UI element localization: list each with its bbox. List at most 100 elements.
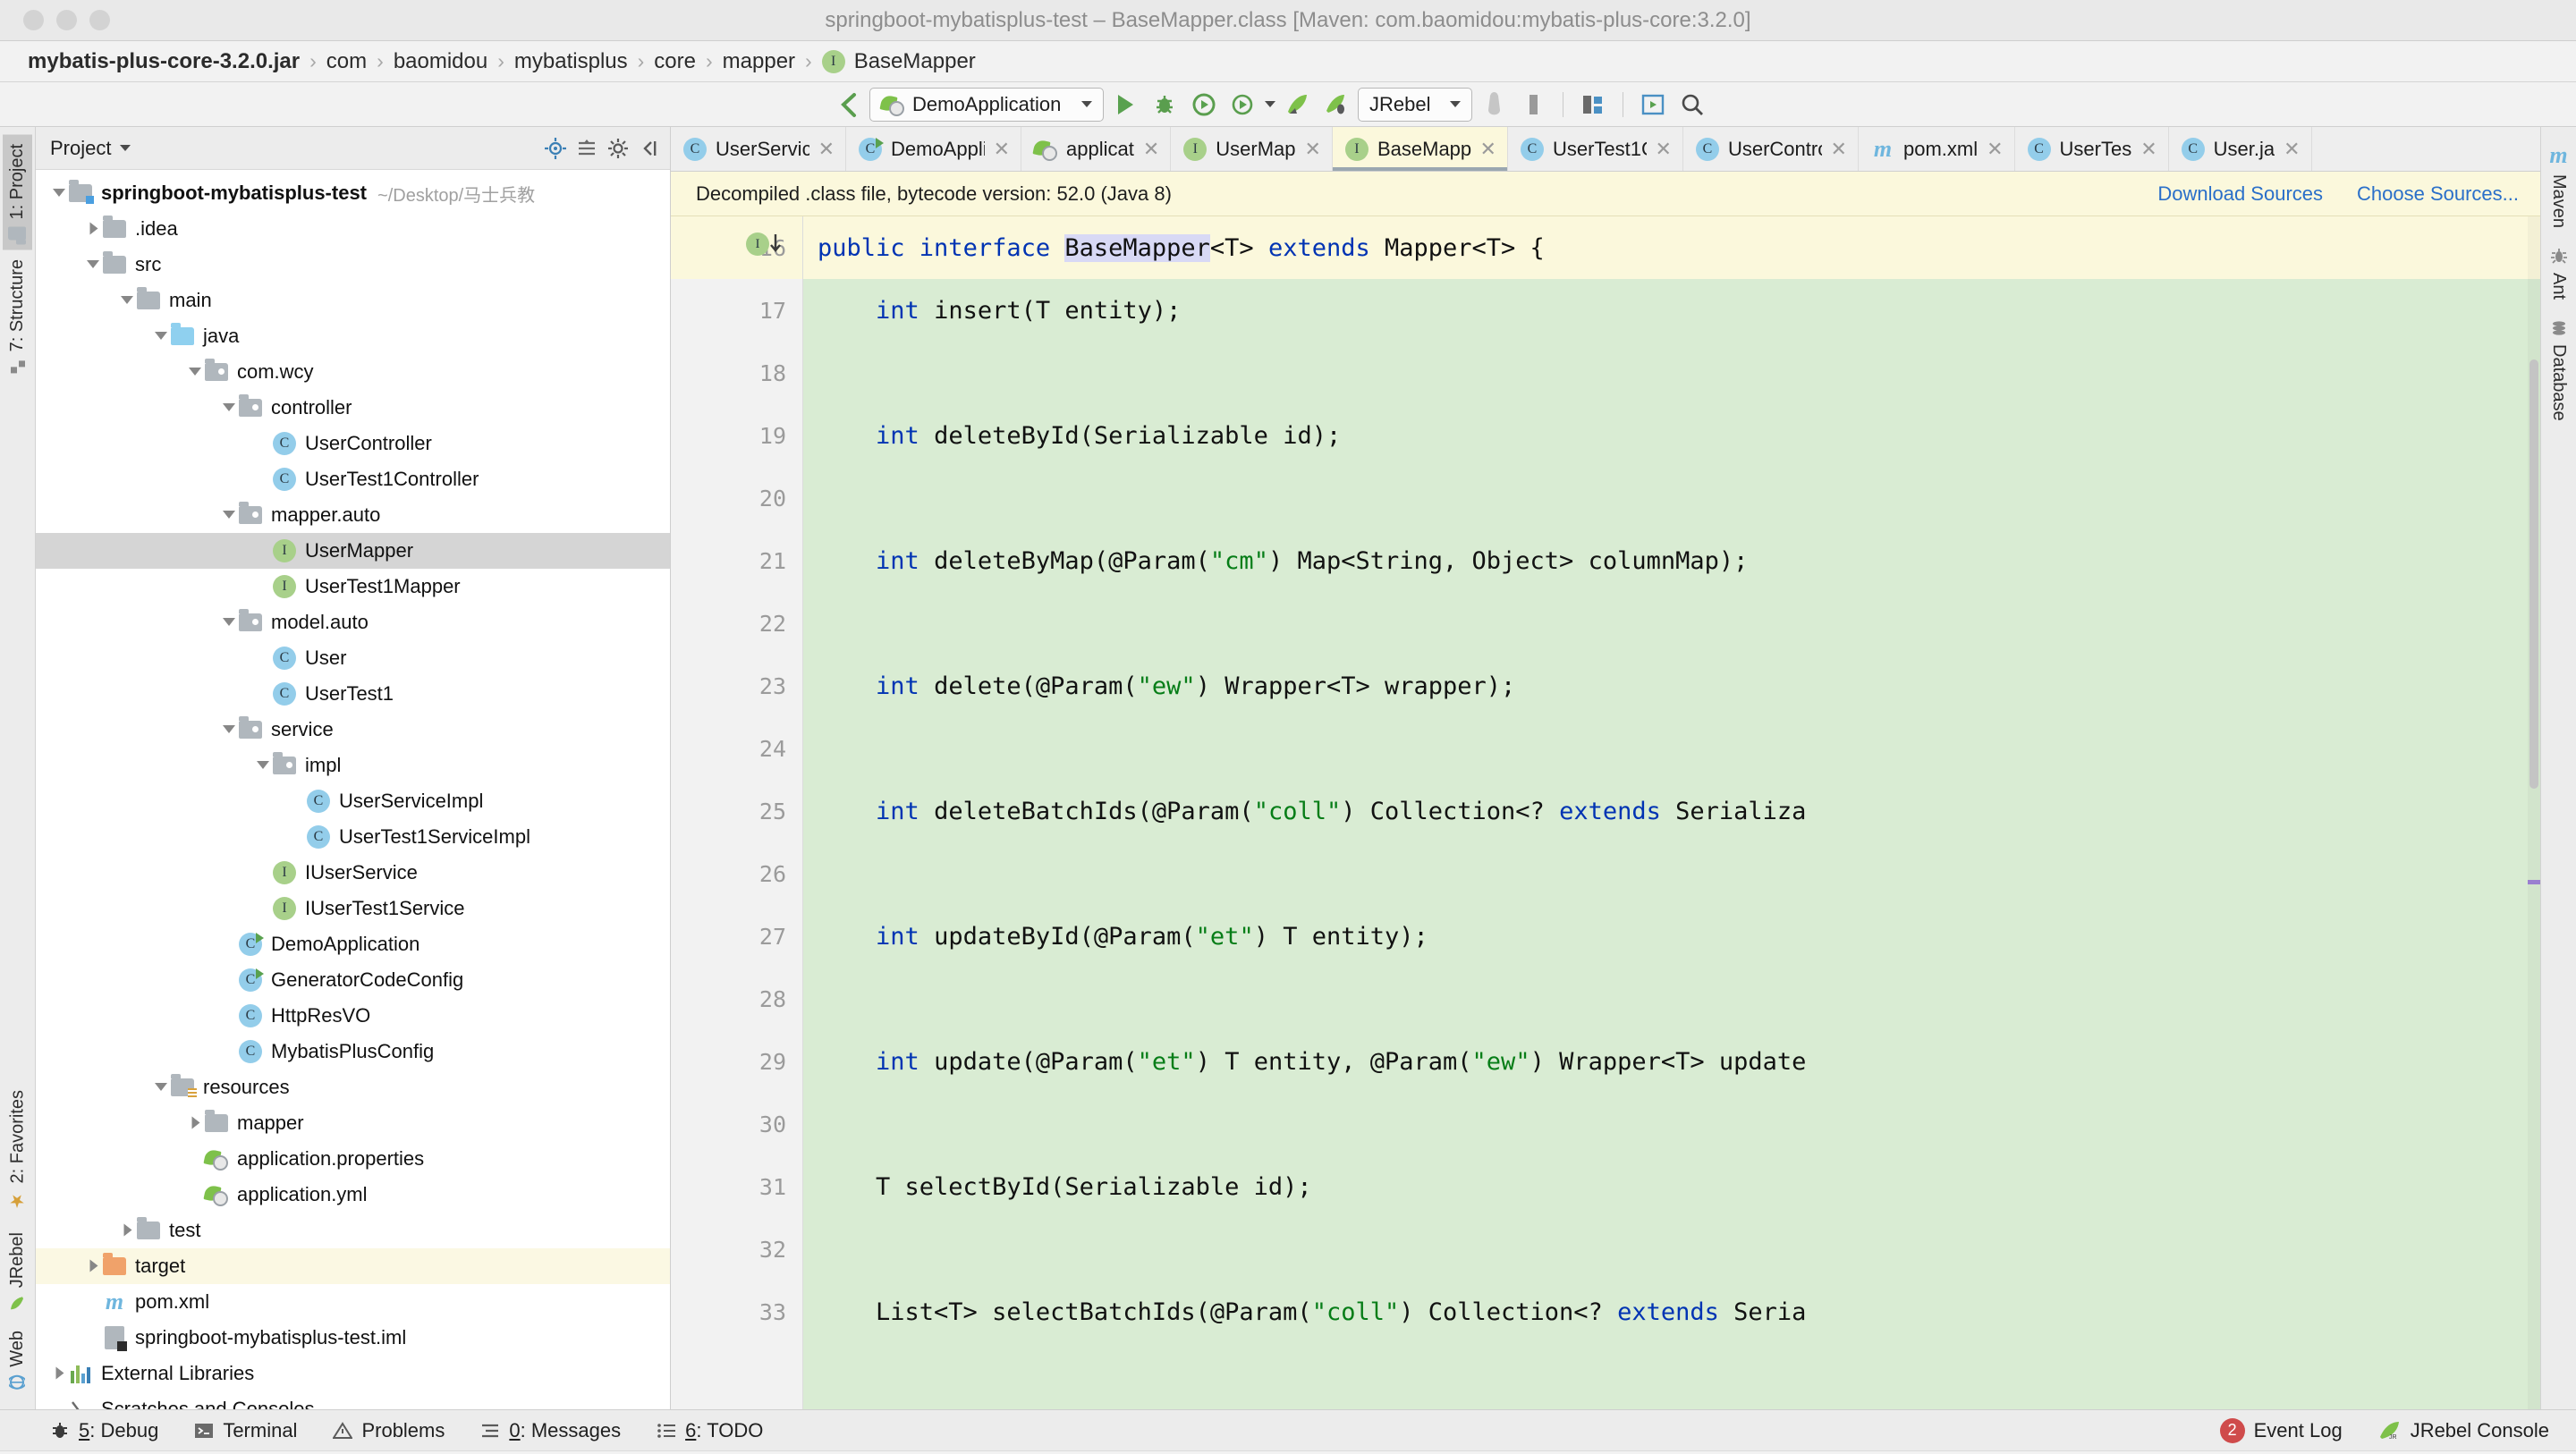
tool-window-jrebel-console[interactable]: JR JRebel Console	[2378, 1419, 2549, 1442]
tree-node-pom-xml[interactable]: m pom.xml	[36, 1284, 670, 1320]
code-line[interactable]	[803, 1218, 2540, 1281]
line-number[interactable]: 30	[671, 1093, 802, 1155]
tree-node-usermapper[interactable]: I UserMapper	[36, 533, 670, 569]
sidebar-item-web[interactable]: Web	[3, 1321, 32, 1400]
line-number[interactable]: 26	[671, 842, 802, 905]
tool-window-todo[interactable]: 6: TODO	[657, 1419, 763, 1442]
chevron-right-icon[interactable]	[84, 1257, 102, 1275]
tree-node-userserviceimpl[interactable]: C UserServiceImpl	[36, 783, 670, 819]
hide-panel-icon[interactable]	[638, 137, 661, 160]
tool-window-terminal[interactable]: Terminal	[194, 1419, 297, 1442]
code-line[interactable]	[803, 592, 2540, 655]
project-tree[interactable]: springboot-mybatisplus-test ~/Desktop/马士兵…	[36, 170, 670, 1409]
editor-tab-applicat[interactable]: applicat ✕	[1021, 127, 1172, 171]
sidebar-item-project[interactable]: 1: Project	[3, 134, 32, 250]
tree-node-mapper[interactable]: mapper	[36, 1105, 670, 1141]
breadcrumb-item-basemapper[interactable]: I BaseMapper	[814, 49, 984, 74]
tree-node-iuserservice[interactable]: I IUserService	[36, 855, 670, 891]
chevron-down-icon[interactable]	[220, 506, 238, 524]
chevron-down-icon[interactable]	[152, 327, 170, 345]
chevron-down-icon[interactable]	[1265, 101, 1275, 107]
tree-node-demoapplication[interactable]: C DemoApplication	[36, 926, 670, 962]
line-number[interactable]: 24	[671, 717, 802, 780]
close-window-button[interactable]	[23, 10, 44, 30]
close-tab-icon[interactable]: ✕	[994, 138, 1010, 161]
window-controls[interactable]	[0, 10, 110, 30]
editor-tab-userservicei[interactable]: C UserServiceI ✕	[671, 127, 846, 171]
tree-node-usertest1[interactable]: C UserTest1	[36, 676, 670, 712]
chevron-right-icon[interactable]	[186, 1114, 204, 1132]
close-tab-icon[interactable]: ✕	[1143, 138, 1159, 161]
tree-node-usertest1serviceimpl[interactable]: C UserTest1ServiceImpl	[36, 819, 670, 855]
chevron-down-icon[interactable]	[220, 613, 238, 631]
jrebel-selector[interactable]: JRebel	[1358, 87, 1472, 122]
line-number[interactable]: 23	[671, 655, 802, 717]
jrebel-debug-icon[interactable]	[1318, 87, 1354, 123]
close-tab-icon[interactable]: ✕	[818, 138, 835, 161]
code-line[interactable]	[803, 467, 2540, 529]
chevron-down-icon[interactable]	[254, 757, 272, 774]
tree-node-com-wcy[interactable]: com.wcy	[36, 354, 670, 390]
tool-window-problems[interactable]: Problems	[333, 1419, 445, 1442]
chevron-right-icon[interactable]	[118, 1222, 136, 1239]
chevron-down-icon[interactable]	[152, 1078, 170, 1096]
tree-node-usercontroller[interactable]: C UserController	[36, 426, 670, 461]
line-number[interactable]: 22	[671, 592, 802, 655]
tree-node-main[interactable]: main	[36, 283, 670, 318]
tree-node-usertest1controller[interactable]: C UserTest1Controller	[36, 461, 670, 497]
editor-tabs[interactable]: C UserServiceI ✕ C DemoApplica ✕ applicat ✕ I Use…	[671, 127, 2540, 172]
tree-node-external-libraries[interactable]: External Libraries	[36, 1356, 670, 1391]
editor-tab-usertest1cont[interactable]: C UserTest1Cont ✕	[1508, 127, 1683, 171]
close-tab-icon[interactable]: ✕	[1656, 138, 1672, 161]
tree-node-user[interactable]: C User	[36, 640, 670, 676]
breadcrumb-item-jar[interactable]: mybatis-plus-core-3.2.0.jar	[20, 49, 308, 74]
tree-node-springboot-mybatisplus-test[interactable]: springboot-mybatisplus-test ~/Desktop/马士兵…	[36, 175, 670, 211]
breadcrumb-item-mapper[interactable]: mapper	[715, 49, 803, 74]
editor-tab-usertes[interactable]: C UserTes ✕	[2015, 127, 2169, 171]
jrebel-run-icon[interactable]	[1279, 87, 1315, 123]
debug-icon[interactable]	[1147, 87, 1182, 123]
sidebar-item-structure[interactable]: 7: Structure	[3, 249, 32, 385]
sidebar-item-jrebel[interactable]: JRebel	[3, 1222, 32, 1321]
code-line[interactable]: int insert(T entity);	[803, 279, 2540, 342]
profile-icon[interactable]	[1225, 87, 1261, 123]
tree-node-controller[interactable]: controller	[36, 390, 670, 426]
vertical-scrollbar[interactable]	[2529, 359, 2538, 789]
locate-icon[interactable]	[544, 137, 567, 160]
breadcrumb-item-mybatisplus[interactable]: mybatisplus	[506, 49, 636, 74]
choose-sources-link[interactable]: Choose Sources...	[2357, 182, 2519, 206]
code-line[interactable]	[803, 717, 2540, 780]
tree-node-idea[interactable]: .idea	[36, 211, 670, 247]
settings-gear-icon[interactable]	[606, 137, 630, 160]
line-number[interactable]: 20	[671, 467, 802, 529]
attach-icon[interactable]	[1515, 87, 1551, 123]
code-line[interactable]: int deleteById(Serializable id);	[803, 404, 2540, 467]
close-tab-icon[interactable]: ✕	[1305, 138, 1321, 161]
tree-node-application-properties[interactable]: application.properties	[36, 1141, 670, 1177]
code-line[interactable]: int deleteBatchIds(@Param("coll") Collec…	[803, 780, 2540, 842]
editor-tab-demoapplica[interactable]: C DemoApplica ✕	[846, 127, 1021, 171]
collapse-all-icon[interactable]	[575, 137, 598, 160]
tree-node-iusertest1service[interactable]: I IUserTest1Service	[36, 891, 670, 926]
code-line[interactable]	[803, 842, 2540, 905]
breadcrumb-item-com[interactable]: com	[318, 49, 375, 74]
code-line[interactable]: int updateById(@Param("et") T entity);	[803, 905, 2540, 968]
editor-tab-pom-xml[interactable]: m pom.xml ✕	[1859, 127, 2015, 171]
line-number[interactable]: 18	[671, 342, 802, 404]
tree-node-java[interactable]: java	[36, 318, 670, 354]
code-line[interactable]	[803, 968, 2540, 1030]
tree-node-target[interactable]: target	[36, 1248, 670, 1284]
minimize-window-button[interactable]	[56, 10, 77, 30]
line-number[interactable]: 25	[671, 780, 802, 842]
chevron-down-icon[interactable]	[120, 145, 131, 151]
chevron-down-icon[interactable]	[220, 721, 238, 739]
editor-gutter[interactable]: 16 17 18 19 20 21 22 23 24 25 26 27 28 29 30 31 32 33 I	[671, 216, 803, 1409]
preview-icon[interactable]	[1635, 87, 1671, 123]
download-sources-link[interactable]: Download Sources	[2157, 182, 2323, 206]
code-line[interactable]	[803, 1093, 2540, 1155]
tree-node-service[interactable]: service	[36, 712, 670, 748]
close-tab-icon[interactable]: ✕	[1480, 138, 1496, 161]
tree-node-httpresvo[interactable]: C HttpResVO	[36, 998, 670, 1034]
close-tab-icon[interactable]: ✕	[2284, 138, 2300, 161]
code-line[interactable]	[803, 342, 2540, 404]
